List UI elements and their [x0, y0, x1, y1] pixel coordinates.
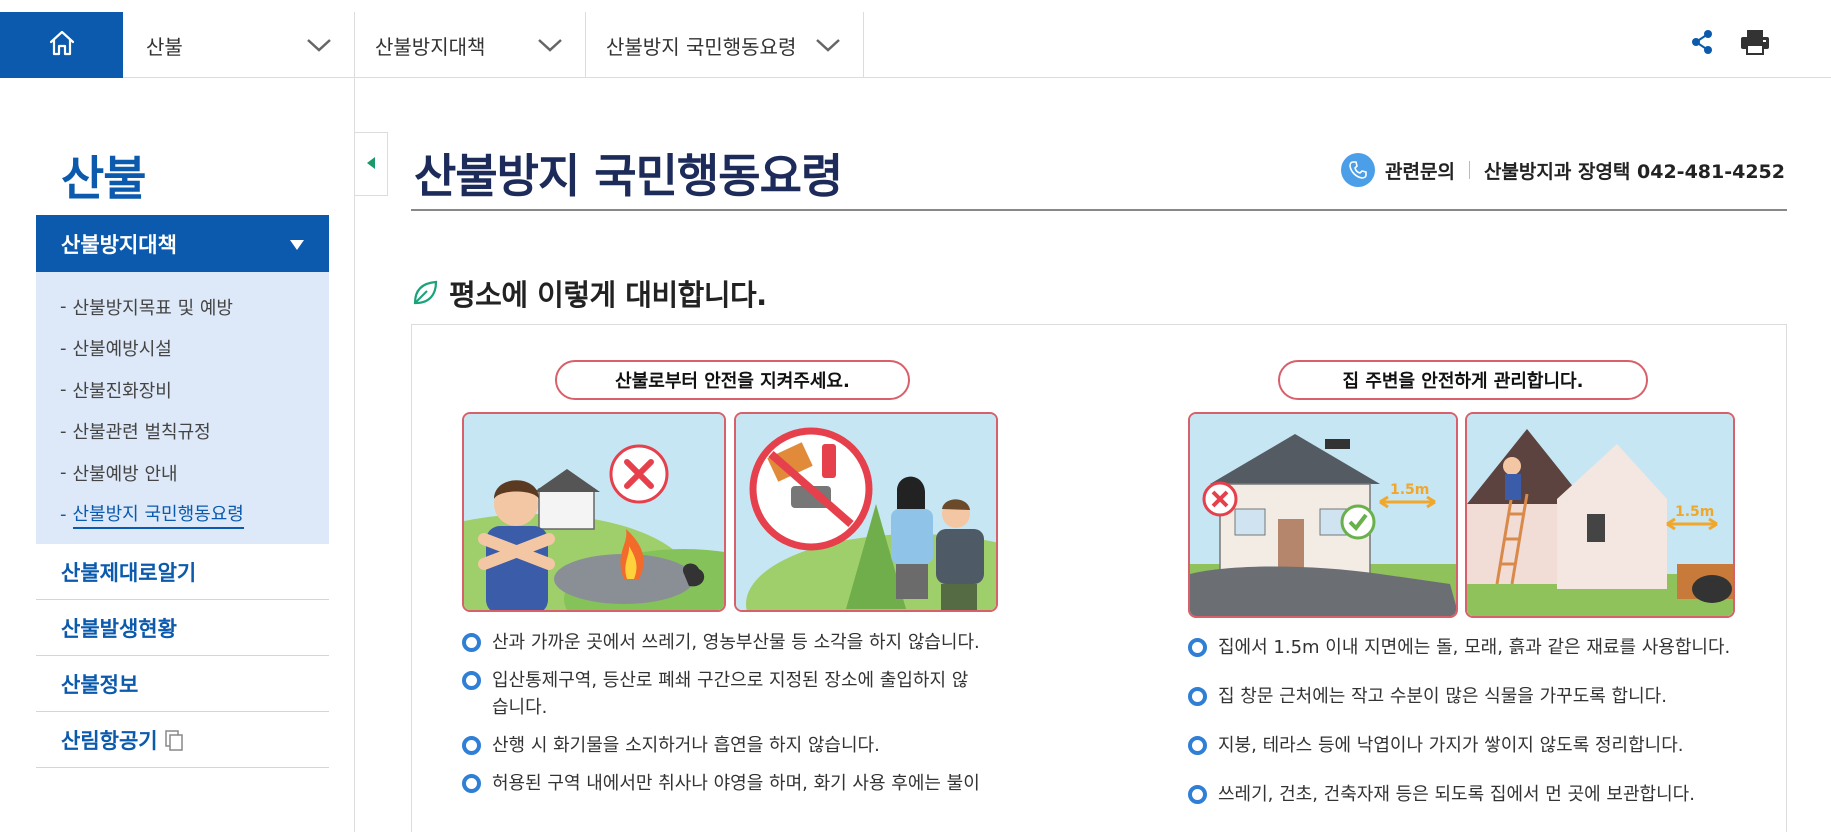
sidebar-item-status[interactable]: 산불발생현황: [36, 600, 329, 656]
bullet-ring-icon: [462, 774, 481, 793]
panel-heading-right: 집 주변을 안전하게 관리합니다.: [1278, 360, 1648, 400]
submenu-item[interactable]: - 산불방지목표 및 예방: [36, 286, 329, 328]
submenu-item[interactable]: - 산불진화장비: [36, 369, 329, 411]
list-item: 입산통제구역, 등산로 폐쇄 구간으로 지정된 장소에 출입하지 않습니다.: [462, 667, 982, 721]
list-item: 집 창문 근처에는 작고 수분이 많은 식물을 가꾸도록 합니다.: [1188, 683, 1748, 710]
bullet-ring-icon: [1188, 785, 1207, 804]
bullet-ring-icon: [1188, 638, 1207, 657]
divider: [411, 209, 1787, 211]
nav-dropdown-guidelines[interactable]: 산불방지 국민행동요령: [586, 12, 864, 78]
nav-dropdown-wildfire[interactable]: 산불: [123, 12, 355, 78]
svg-text:1.5m: 1.5m: [1390, 482, 1429, 498]
bullet-list-left: 산과 가까운 곳에서 쓰레기, 영농부산물 등 소각을 하지 않습니다. 입산통…: [462, 629, 982, 797]
nav-dropdown-label: 산불방지 국민행동요령: [606, 34, 797, 59]
phone-icon: [1341, 153, 1376, 187]
new-window-icon: [164, 729, 184, 751]
sidebar-item-aircraft[interactable]: 산림항공기: [36, 712, 329, 768]
list-item: 쓰레기, 건초, 건축자재 등은 되도록 집에서 먼 곳에 보관합니다.: [1188, 781, 1748, 808]
list-item: 허용된 구역 내에서만 취사나 야영을 하며, 화기 사용 후에는 불이: [462, 770, 982, 797]
contact-info: 관련문의 산불방지과 장영택 042-481-4252: [1341, 153, 1785, 187]
bullet-ring-icon: [462, 736, 481, 755]
bullet-ring-icon: [1188, 736, 1207, 755]
nav-dropdown-label: 산불: [146, 34, 183, 59]
bullet-ring-icon: [462, 633, 481, 652]
panel-heading-left: 산불로부터 안전을 지켜주세요.: [555, 360, 910, 400]
list-item: 산행 시 화기물을 소지하거나 흡연을 하지 않습니다.: [462, 732, 982, 759]
sidebar-item-label: 산불방지대책: [61, 232, 177, 257]
submenu-item[interactable]: - 산불관련 벌칙규정: [36, 411, 329, 453]
contact-value: 산불방지과 장영택 042-481-4252: [1483, 160, 1785, 183]
sidebar-title: 산불: [61, 152, 146, 207]
chevron-down-icon: [535, 30, 565, 60]
sidebar: 산불 산불방지대책 - 산불방지목표 및 예방 - 산불예방시설 - 산불진화장비 -…: [0, 78, 355, 832]
contact-label: 관련문의: [1385, 160, 1455, 183]
sidebar-collapse-button[interactable]: [355, 132, 388, 196]
chevron-down-icon: [304, 30, 334, 60]
top-navigation: 산불 산불방지대책 산불방지 국민행동요령: [0, 0, 1831, 78]
sidebar-item-info[interactable]: 산불정보: [36, 656, 329, 712]
sidebar-item-prevention[interactable]: 산불방지대책: [36, 215, 329, 272]
caret-down-icon: [289, 232, 305, 256]
nav-dropdown-prevention[interactable]: 산불방지대책: [355, 12, 586, 78]
print-icon[interactable]: [1739, 26, 1771, 58]
illustration-no-fire-items: [734, 412, 998, 612]
illustration-roof-cleaning: 1.5m: [1465, 412, 1735, 618]
svg-text:1.5m: 1.5m: [1675, 504, 1714, 520]
section-heading: 평소에 이렇게 대비합니다.: [411, 272, 767, 314]
page-title: 산불방지 국민행동요령: [414, 149, 843, 203]
guideline-panel: 산불로부터 안전을 지켜주세요. 산과 가까운 곳에서 쓰레기, 영농부산물 등…: [411, 324, 1787, 832]
chevron-down-icon: [813, 30, 843, 60]
submenu-item[interactable]: - 산불예방시설: [36, 328, 329, 370]
submenu-item[interactable]: - 산불예방 안내: [36, 452, 329, 494]
home-icon: [47, 28, 77, 62]
nav-dropdown-label: 산불방지대책: [375, 34, 486, 59]
caret-left-icon: [365, 155, 377, 174]
illustration-house-clearance: 1.5m: [1188, 412, 1458, 618]
list-item: 산과 가까운 곳에서 쓰레기, 영농부산물 등 소각을 하지 않습니다.: [462, 629, 982, 656]
bullet-list-right: 집에서 1.5m 이내 지면에는 돌, 모래, 흙과 같은 재료를 사용합니다.…: [1188, 634, 1748, 808]
home-button[interactable]: [0, 12, 123, 78]
submenu-item-current[interactable]: - 산불방지 국민행동요령: [36, 494, 329, 536]
leaf-icon: [411, 279, 439, 307]
sidebar-item-understanding[interactable]: 산불제대로알기: [36, 544, 329, 600]
list-item: 집에서 1.5m 이내 지면에는 돌, 모래, 흙과 같은 재료를 사용합니다.: [1188, 634, 1748, 661]
bullet-ring-icon: [462, 671, 481, 690]
divider: [1468, 161, 1470, 179]
sidebar-submenu: - 산불방지목표 및 예방 - 산불예방시설 - 산불진화장비 - 산불관련 벌칙규정 …: [36, 272, 329, 544]
bullet-ring-icon: [1188, 687, 1207, 706]
share-icon[interactable]: [1686, 26, 1718, 58]
illustration-no-burning: [462, 412, 726, 612]
list-item: 지붕, 테라스 등에 낙엽이나 가지가 쌓이지 않도록 정리합니다.: [1188, 732, 1748, 759]
